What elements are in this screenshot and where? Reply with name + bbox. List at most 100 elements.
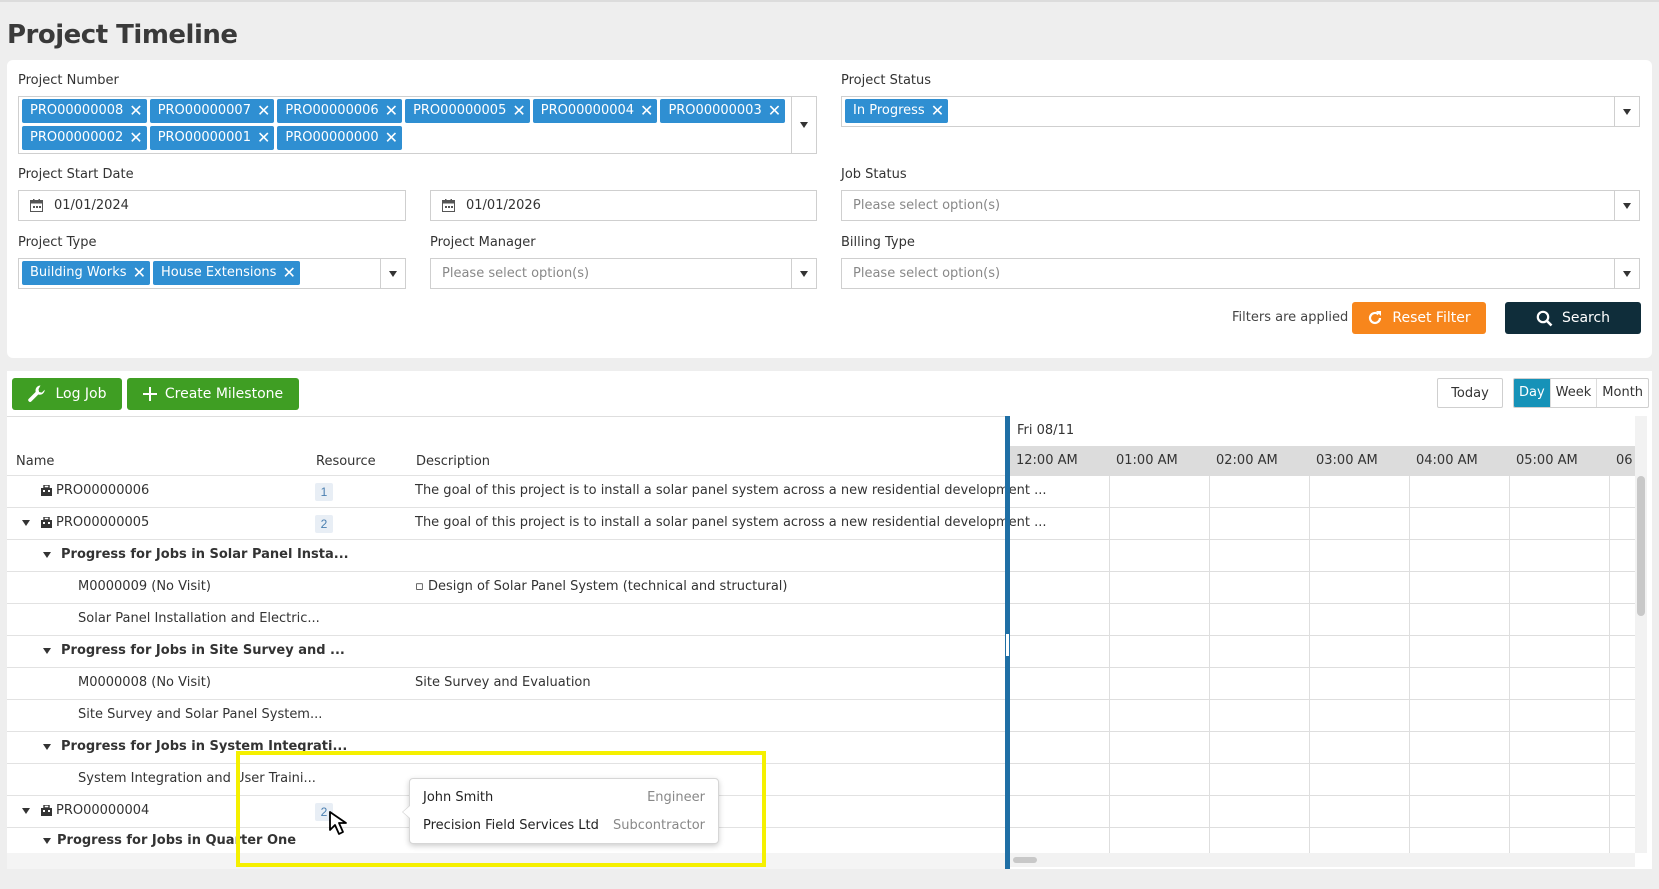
project-number-chip: PRO00000003 ✕ [660, 99, 786, 123]
resource-name: John Smith [423, 790, 494, 805]
chevron-down-icon[interactable] [1614, 259, 1639, 288]
column-header-description[interactable]: Description [416, 454, 490, 469]
billing-type-label: Billing Type [841, 235, 915, 250]
row-gridline [1010, 667, 1635, 668]
project-icon [41, 805, 52, 816]
chip-remove-icon[interactable]: ✕ [385, 130, 398, 146]
hour-label: 02:00 AM [1216, 453, 1278, 468]
log-job-button[interactable]: Log Job [12, 378, 122, 410]
scrollbar-thumb[interactable] [1637, 476, 1645, 616]
collapse-icon[interactable] [22, 808, 30, 814]
collapse-icon[interactable] [43, 744, 51, 750]
collapse-icon[interactable] [43, 552, 51, 558]
view-month-button[interactable]: Month [1596, 379, 1648, 407]
table-row[interactable]: PRO00000005 2 The goal of this project i… [7, 507, 1047, 539]
chip-remove-icon[interactable]: ✕ [931, 103, 944, 119]
project-type-select[interactable]: Building Works ✕ House Extensions ✕ [18, 258, 406, 289]
reset-filter-label: Reset Filter [1392, 310, 1471, 326]
start-date-from-input[interactable]: 01/01/2024 [18, 190, 406, 221]
chip-label: PRO00000004 [540, 103, 635, 118]
hour-gridline [1209, 476, 1210, 853]
chip-label: Building Works [30, 265, 127, 280]
collapse-icon[interactable] [22, 520, 30, 526]
chevron-down-icon[interactable] [1614, 191, 1639, 220]
chip-label: PRO00000002 [30, 130, 124, 145]
hour-label: 03:00 AM [1316, 453, 1378, 468]
collapse-icon[interactable] [43, 648, 51, 654]
resource-popup-item: Precision Field Services Ltd Subcontract… [423, 818, 705, 838]
chip-remove-icon[interactable]: ✕ [133, 265, 146, 281]
hour-label: 05:00 AM [1516, 453, 1578, 468]
table-row[interactable]: M0000008 (No Visit) Site Survey and Eval… [7, 667, 1005, 699]
chip-remove-icon[interactable]: ✕ [257, 103, 270, 119]
reset-filter-button[interactable]: Reset Filter [1352, 302, 1486, 334]
project-number-select[interactable]: PRO00000008 ✕ PRO00000007 ✕ PRO00000006 ✕ P… [18, 96, 817, 154]
chip-remove-icon[interactable]: ✕ [512, 103, 525, 119]
collapse-icon[interactable] [43, 838, 51, 844]
billing-type-select[interactable]: Please select option(s) [841, 258, 1640, 289]
resource-popup: John Smith Engineer Precision Field Serv… [402, 778, 719, 844]
row-gridline [1010, 731, 1635, 732]
chevron-down-icon[interactable] [380, 259, 405, 288]
start-date-to-input[interactable]: 01/01/2026 [430, 190, 817, 221]
grid-horizontal-scrollbar[interactable] [7, 853, 1005, 869]
project-type-chip: House Extensions ✕ [152, 261, 300, 285]
chip-label: House Extensions [160, 265, 277, 280]
splitter-handle[interactable] [1006, 634, 1009, 656]
table-row[interactable]: Progress for Jobs in Solar Panel Insta..… [7, 539, 1005, 571]
hour-label: 12:00 AM [1016, 453, 1078, 468]
resource-count-badge[interactable]: 2 [315, 515, 333, 533]
table-row[interactable]: M0000009 (No Visit) ▫ Design of Solar Pa… [7, 571, 1005, 603]
project-number-chip: PRO00000001 ✕ [149, 126, 275, 150]
chip-label: PRO00000007 [157, 103, 251, 118]
column-header-name[interactable]: Name [16, 454, 54, 469]
table-row[interactable]: Progress for Jobs in System Integrati... [7, 731, 1005, 763]
project-manager-placeholder: Please select option(s) [442, 266, 590, 281]
project-manager-select[interactable]: Please select option(s) [430, 258, 817, 289]
chip-label: PRO00000008 [30, 103, 124, 118]
grid-header-divider [7, 416, 1005, 417]
chip-remove-icon[interactable]: ✕ [282, 265, 295, 281]
table-row[interactable]: PRO00000006 1 The goal of this project i… [7, 475, 1047, 507]
view-day-button[interactable]: Day [1514, 379, 1550, 407]
timeline-horizontal-scrollbar[interactable] [1010, 853, 1635, 867]
table-row[interactable]: Site Survey and Solar Panel System... [7, 699, 1005, 731]
chevron-down-icon[interactable] [1614, 97, 1639, 126]
table-row[interactable]: Solar Panel Installation and Electric... [7, 603, 1005, 635]
timeline-vertical-scrollbar[interactable] [1635, 416, 1647, 853]
job-status-placeholder: Please select option(s) [853, 198, 1001, 213]
chevron-down-icon[interactable] [791, 259, 816, 288]
project-status-select[interactable]: In Progress ✕ [841, 96, 1640, 127]
chip-remove-icon[interactable]: ✕ [257, 130, 270, 146]
chip-remove-icon[interactable]: ✕ [129, 130, 142, 146]
resource-count-badge[interactable]: 1 [315, 483, 333, 501]
row-name: System Integration and User Traini... [78, 771, 316, 786]
chip-remove-icon[interactable]: ✕ [640, 103, 653, 119]
project-type-chip: Building Works ✕ [22, 261, 150, 285]
hour-gridline [1509, 476, 1510, 853]
chip-remove-icon[interactable]: ✕ [129, 103, 142, 119]
project-number-chip: PRO00000005 ✕ [405, 99, 530, 123]
table-row[interactable]: Progress for Jobs in Site Survey and ... [7, 635, 1005, 667]
column-header-resource[interactable]: Resource [316, 454, 376, 469]
today-button[interactable]: Today [1437, 378, 1503, 408]
start-date-from-value: 01/01/2024 [54, 198, 129, 213]
top-strip [0, 0, 1659, 2]
chip-label: PRO00000001 [157, 130, 251, 145]
project-type-label: Project Type [18, 235, 97, 250]
chip-remove-icon[interactable]: ✕ [768, 103, 781, 119]
timeline-date-header: Fri 08/11 [1017, 423, 1075, 438]
scrollbar-thumb[interactable] [1013, 857, 1037, 863]
project-number-label: Project Number [18, 73, 119, 88]
timeline-grid[interactable] [1010, 476, 1635, 853]
create-milestone-button[interactable]: Create Milestone [127, 378, 299, 410]
project-icon [41, 517, 52, 528]
chevron-down-icon[interactable] [791, 97, 816, 153]
row-gridline [1010, 571, 1635, 572]
chip-label: In Progress [853, 103, 925, 118]
view-week-button[interactable]: Week [1549, 379, 1597, 407]
search-button[interactable]: Search [1505, 302, 1641, 334]
job-status-select[interactable]: Please select option(s) [841, 190, 1640, 221]
chip-remove-icon[interactable]: ✕ [385, 103, 398, 119]
search-icon [1536, 310, 1553, 326]
